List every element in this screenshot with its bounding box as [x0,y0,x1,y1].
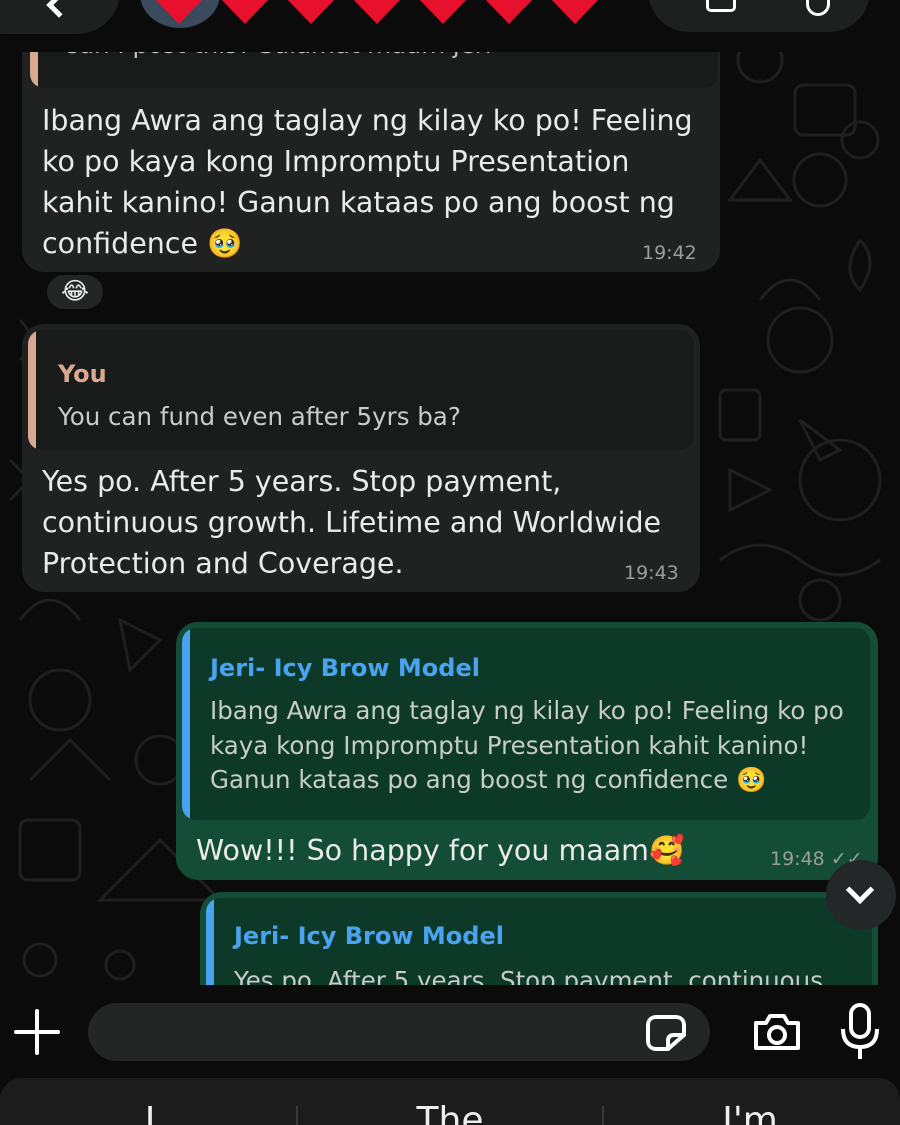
chevron-down-icon [845,875,875,905]
plus-icon[interactable] [14,1009,60,1055]
quoted-message[interactable]: Jeri- Icy Brow Model Ibang Awra ang tagl… [182,628,870,820]
quoted-text: You can fund even after 5yrs ba? [58,402,461,431]
message-reaction[interactable]: 😂 [44,272,106,312]
call-actions [648,0,870,32]
voice-call-icon[interactable] [806,0,830,16]
contact-name-hearts[interactable] [150,0,604,26]
quote-author: Jeri- Icy Brow Model [210,654,480,682]
pleading-face-emoji: 🥹 [736,765,767,794]
heart-icon [155,0,203,24]
heart-icon [551,0,599,24]
heart-icon [485,0,533,24]
message-timestamp: 19:42 [642,242,697,264]
message-input[interactable] [88,1003,710,1061]
sticker-icon[interactable] [646,1015,686,1051]
smiling-hearts-emoji: 🥰 [648,834,685,867]
divider [296,1106,298,1125]
quote-author: You [58,360,107,388]
quote-author: Jeri- Icy Brow Model [234,922,504,950]
message-timestamp: 19:43 [624,562,679,584]
chat-header [0,0,900,52]
message-bubble-outgoing[interactable]: Jeri- Icy Brow Model Ibang Awra ang tagl… [176,622,878,880]
mic-icon[interactable] [840,1003,880,1061]
scroll-to-bottom-button[interactable] [826,860,896,930]
keyboard-suggestions: I The I'm [0,1078,900,1125]
heart-icon [287,0,335,24]
heart-icon [221,0,269,24]
message-composer [0,985,900,1081]
chevron-left-icon [46,0,72,18]
suggestion-1[interactable]: I [0,1100,300,1125]
message-text: Yes po. After 5 years. Stop payment, con… [42,465,662,580]
message-body: Ibang Awra ang taglay ng kilay ko po! Fe… [42,104,693,260]
message-bubble-incoming[interactable]: You You can fund even after 5yrs ba? Yes… [22,324,700,592]
quoted-message[interactable]: You You can fund even after 5yrs ba? [28,330,694,450]
message-text: Ibang Awra ang taglay ng kilay ko po! Fe… [42,100,693,264]
time-value: 19:48 [770,848,825,870]
heart-icon [419,0,467,24]
message-bubble-incoming[interactable]: Can I post this? Salamat maam jeri Ibang… [22,24,720,272]
suggestion-3[interactable]: I'm [600,1100,900,1125]
heart-icon [353,0,401,24]
back-button[interactable] [0,0,120,34]
quote-bar [182,628,190,820]
message-text: Wow!!! So happy for you maam🥰 [196,830,684,871]
quote-bar [28,330,36,450]
camera-icon[interactable] [752,1013,802,1051]
suggestion-2[interactable]: The [300,1100,600,1125]
laughing-emoji: 😂 [61,277,90,305]
video-call-icon[interactable] [706,0,736,12]
message-body: Wow!!! So happy for you maam [196,834,649,867]
pleading-face-emoji: 🥹 [207,227,243,260]
quoted-text: Ibang Awra ang taglay ng kilay ko po! Fe… [210,694,844,798]
